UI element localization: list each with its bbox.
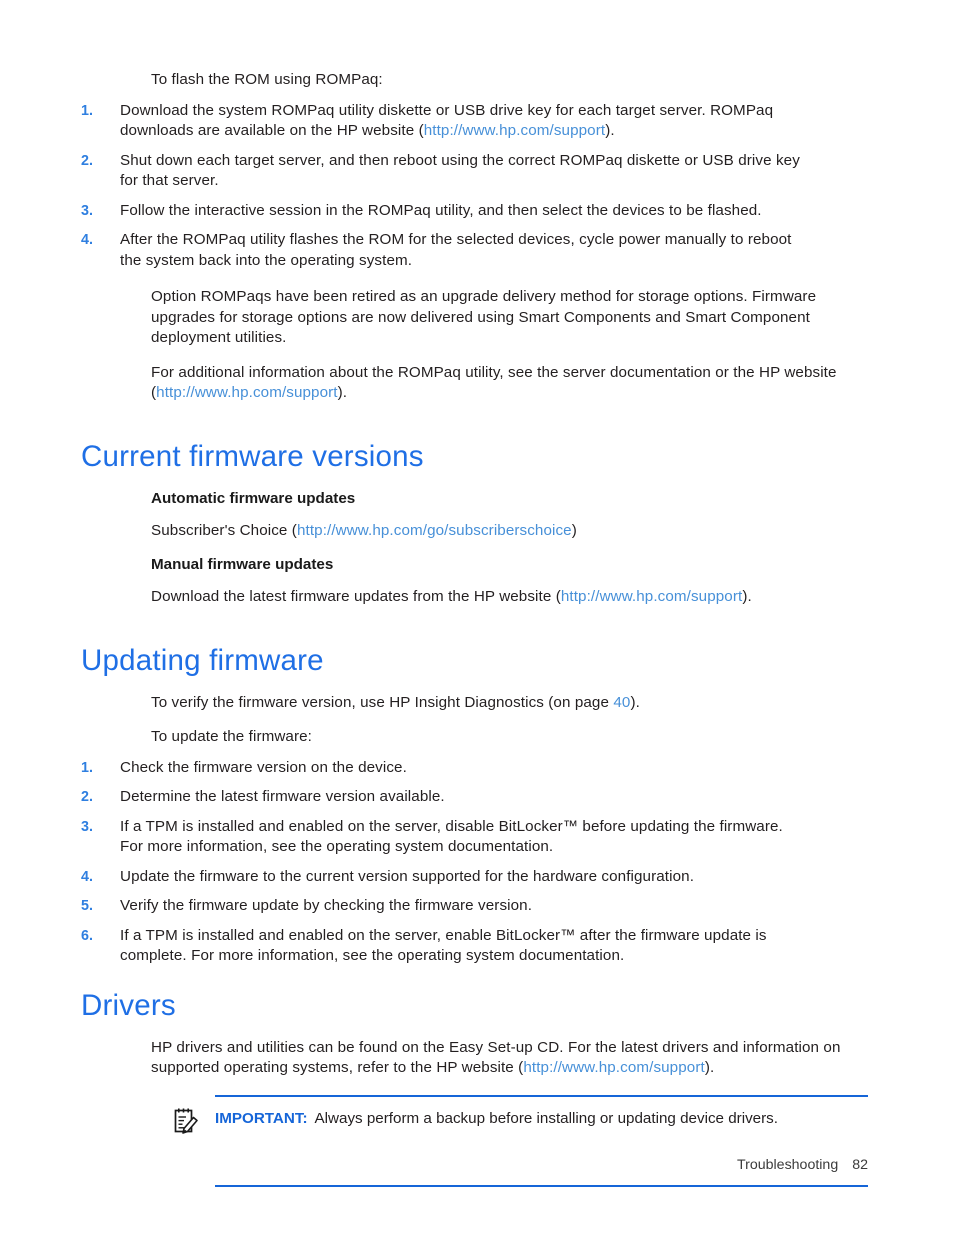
footer-section-label: Troubleshooting	[737, 1157, 839, 1173]
list-text: After the ROMPaq utility flashes the ROM…	[120, 231, 792, 269]
page-title-current-firmware-versions: Current firmware versions	[81, 439, 424, 473]
manual-updates-paragraph: Download the latest firmware updates fro…	[151, 587, 873, 608]
hp-support-link[interactable]: http://www.hp.com/support	[523, 1059, 704, 1076]
hp-support-link[interactable]: http://www.hp.com/support	[424, 122, 605, 139]
list-text: Shut down each target server, and then r…	[120, 151, 800, 190]
list-item: 1. Check the firmware version on the devi…	[81, 758, 803, 779]
list-number: 2.	[81, 789, 94, 805]
update-firmware-lead: To update the firmware:	[151, 728, 313, 745]
subscriberschoice-link[interactable]: http://www.hp.com/go/subscriberschoice	[297, 522, 572, 539]
subheading-automatic-firmware-updates: Automatic firmware updates	[151, 489, 356, 507]
list-number: 4.	[81, 868, 94, 885]
list-text: If a TPM is installed and enabled on the…	[120, 817, 783, 856]
additional-info-text-tail: ).	[337, 384, 348, 401]
page-title-drivers: Drivers	[81, 988, 176, 1022]
drivers-text: HP drivers and utilities can be found on…	[151, 1038, 841, 1077]
subheading-manual-firmware-updates: Manual firmware updates	[151, 556, 334, 573]
list-item: 4. After the ROMPaq utility flashes the R…	[81, 230, 803, 271]
list-number: 6.	[81, 927, 94, 944]
page-reference-link[interactable]: 40	[613, 694, 630, 711]
verify-version-text: To verify the firmware version, use HP I…	[151, 693, 614, 711]
rompaq-steps-list: 1. Download the system ROMPaq utility dis…	[81, 101, 803, 272]
list-item: 5. Verify the firmware update by checking…	[81, 896, 803, 917]
list-number: 2.	[81, 152, 94, 169]
intro-block: To flash the ROM using ROMPaq:	[151, 70, 873, 91]
notepad-pencil-icon	[173, 1107, 199, 1135]
list-item: 4. Update the firmware to the current ver…	[81, 867, 803, 888]
list-text: Check the firmware version on the device…	[120, 758, 407, 776]
option-rompaqs-paragraph: Option ROMPaqs have been retired as an u…	[151, 288, 817, 346]
list-number: 1.	[81, 102, 94, 119]
verify-version-text-tail: ).	[630, 693, 640, 711]
footer-page-number: 82	[852, 1157, 868, 1173]
list-number: 4.	[81, 232, 94, 248]
drivers-paragraph: HP drivers and utilities can be found on…	[151, 1038, 873, 1079]
subscribers-choice-paragraph: Subscriber's Choice (http://www.hp.com/g…	[151, 521, 873, 542]
list-number: 5.	[81, 898, 94, 914]
page-footer: Troubleshooting 82	[0, 1157, 954, 1173]
current-firmware-block: Automatic firmware updates Subscriber's …	[151, 489, 873, 608]
updating-firmware-intro: To verify the firmware version, use HP I…	[151, 693, 873, 748]
subscribers-choice-text-tail: )	[571, 521, 577, 539]
list-text: If a TPM is installed and enabled on the…	[120, 926, 767, 965]
list-item: 6. If a TPM is installed and enabled on t…	[81, 926, 803, 967]
list-number: 1.	[81, 759, 94, 776]
drivers-text-tail: ).	[704, 1059, 715, 1076]
drivers-block: HP drivers and utilities can be found on…	[151, 1038, 873, 1079]
note-rule-bottom	[215, 1184, 868, 1187]
subscribers-choice-text: Subscriber's Choice (	[151, 521, 297, 539]
updating-firmware-steps-list: 1. Check the firmware version on the devi…	[81, 758, 803, 967]
additional-info-paragraph: For additional information about the ROM…	[151, 363, 873, 404]
list-item: 2. Shut down each target server, and then…	[81, 151, 803, 192]
verify-version-paragraph: To verify the firmware version, use HP I…	[151, 693, 873, 714]
list-text: Determine the latest firmware version av…	[120, 788, 445, 805]
list-text: Update the firmware to the current versi…	[120, 867, 695, 885]
rompaq-notes-block: Option ROMPaqs have been retired as an u…	[151, 287, 873, 404]
list-item: 3. Follow the interactive session in the …	[81, 201, 803, 222]
list-text: Follow the interactive session in the RO…	[120, 201, 762, 219]
hp-support-link[interactable]: http://www.hp.com/support	[156, 384, 337, 401]
note-body: IMPORTANT: Always perform a backup before…	[151, 1097, 873, 1165]
list-item: 2. Determine the latest firmware version …	[81, 787, 803, 808]
note-label-important: IMPORTANT:	[215, 1109, 308, 1127]
document-page: To flash the ROM using ROMPaq: 1. Downloa…	[0, 0, 954, 1235]
manual-updates-text: Download the latest firmware updates fro…	[151, 588, 561, 605]
note-message: Always perform a backup before installin…	[314, 1109, 778, 1127]
note-text-wrap: IMPORTANT: Always perform a backup before…	[215, 1110, 778, 1127]
list-number: 3.	[81, 818, 94, 835]
list-text: Verify the firmware update by checking t…	[120, 897, 533, 914]
page-content: To flash the ROM using ROMPaq: 1. Downloa…	[81, 70, 873, 1187]
hp-support-link[interactable]: http://www.hp.com/support	[561, 588, 742, 605]
manual-updates-text-tail: ).	[742, 588, 752, 605]
list-number: 3.	[81, 202, 94, 219]
page-title-updating-firmware: Updating firmware	[81, 643, 324, 677]
list-item: 3. If a TPM is installed and enabled on t…	[81, 817, 803, 858]
list-text-tail: ).	[605, 122, 615, 139]
intro-lead: To flash the ROM using ROMPaq:	[151, 71, 383, 88]
list-item: 1. Download the system ROMPaq utility dis…	[81, 101, 803, 142]
